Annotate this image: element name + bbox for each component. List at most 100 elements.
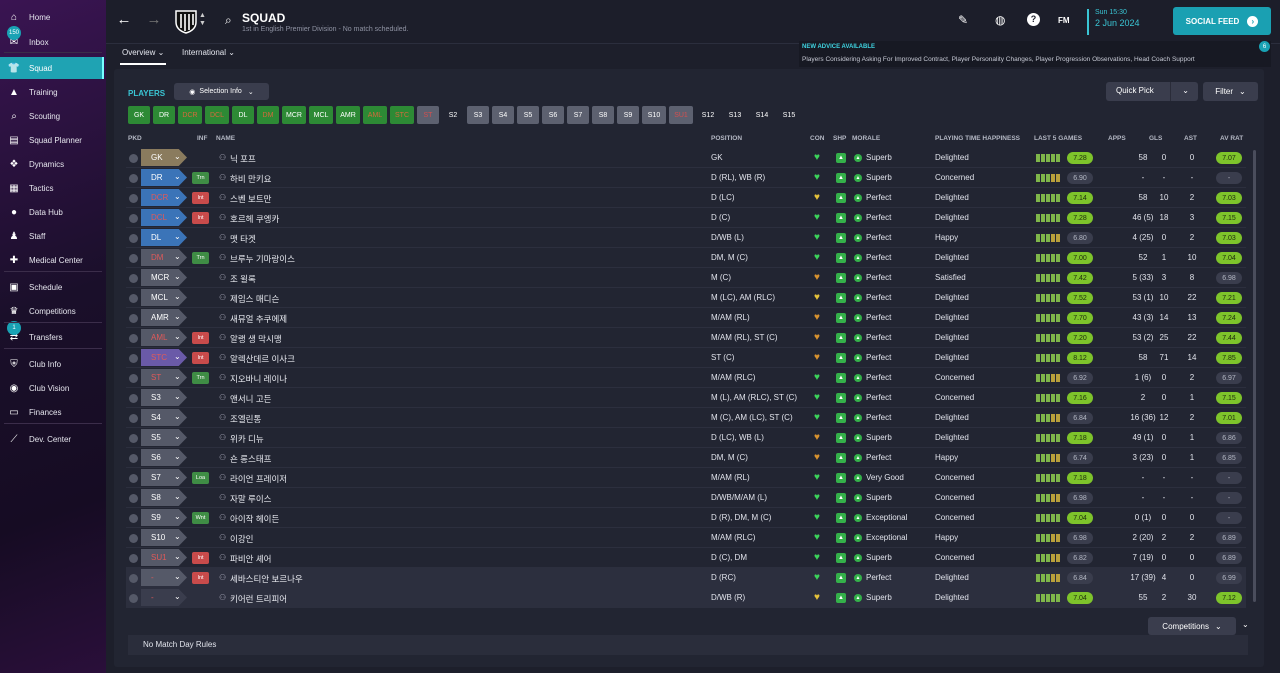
player-name[interactable]: 브루누 기마랑이스 xyxy=(230,253,295,265)
sidebar-item-training[interactable]: ▲ Training xyxy=(0,81,104,103)
table-row[interactable]: DM ⌄ Trn ⚇ 브루누 기마랑이스 DM, M (C) ♥ ▲ ▲ Perfect Delig… xyxy=(126,248,1246,268)
sidebar-item-scouting[interactable]: ⌕ Scouting xyxy=(0,105,104,127)
pick-checkbox[interactable] xyxy=(129,214,138,223)
position-selector[interactable]: ST ⌄ xyxy=(141,369,187,386)
col-inf[interactable]: INF xyxy=(197,135,207,142)
position-selector[interactable]: S5 ⌄ xyxy=(141,429,187,446)
table-row[interactable]: DCR ⌄ Int ⚇ 스벤 보트만 D (LC) ♥ ▲ ▲ Perfect Delighted 7… xyxy=(126,188,1246,208)
player-name[interactable]: 세바스티안 보르나우 xyxy=(230,573,303,585)
position-chip[interactable]: MCL xyxy=(309,106,333,124)
col-gls[interactable]: GLS xyxy=(1149,135,1162,142)
table-row[interactable]: S7 ⌄ Loa ⚇ 라이언 프레이저 M/AM (RL) ♥ ▲ ▲ Very Good Conc… xyxy=(126,468,1246,488)
position-chip[interactable]: S5 xyxy=(517,106,539,124)
chevron-down-icon[interactable]: ⌄ xyxy=(1182,86,1189,95)
sidebar-item-squad-planner[interactable]: ▤ Squad Planner xyxy=(0,129,104,151)
position-chip[interactable]: S10 xyxy=(642,106,666,124)
pick-checkbox[interactable] xyxy=(129,514,138,523)
position-selector[interactable]: S4 ⌄ xyxy=(141,409,187,426)
table-row[interactable]: AMR ⌄ ⚇ 새뮤얼 추쿠에제 M/AM (RL) ♥ ▲ ▲ Perfect Delighte… xyxy=(126,308,1246,328)
player-name[interactable]: 호르헤 쿠엥카 xyxy=(230,213,279,225)
position-selector[interactable]: DM ⌄ xyxy=(141,249,187,266)
player-name[interactable]: 알랭 생 막시맹 xyxy=(230,333,282,345)
position-selector[interactable]: S6 ⌄ xyxy=(141,449,187,466)
sidebar-item-squad[interactable]: 👕 Squad xyxy=(0,57,104,79)
sidebar-item-dynamics[interactable]: ❖ Dynamics xyxy=(0,153,104,175)
sidebar-item-staff[interactable]: ♟ Staff xyxy=(0,225,104,247)
pen-icon[interactable]: ✎ xyxy=(958,13,968,27)
help-icon[interactable]: ? xyxy=(1027,13,1040,26)
player-name[interactable]: 숀 롱스태프 xyxy=(230,453,271,465)
position-chip[interactable]: DR xyxy=(153,106,175,124)
position-chip[interactable]: GK xyxy=(128,106,150,124)
player-name[interactable]: 위카 디뉴 xyxy=(230,433,264,445)
pick-checkbox[interactable] xyxy=(129,154,138,163)
player-name[interactable]: 키어런 트리피어 xyxy=(230,593,287,605)
pick-checkbox[interactable] xyxy=(129,374,138,383)
position-chip[interactable]: S9 xyxy=(617,106,639,124)
pick-checkbox[interactable] xyxy=(129,434,138,443)
player-name[interactable]: 스벤 보트만 xyxy=(230,193,271,205)
world-icon[interactable]: ◍ xyxy=(995,13,1005,27)
player-name[interactable]: 라이언 프레이저 xyxy=(230,473,287,485)
player-name[interactable]: 앤서니 고든 xyxy=(230,393,271,405)
player-name[interactable]: 조엘린통 xyxy=(230,413,261,425)
club-crest-icon[interactable] xyxy=(175,10,197,34)
player-name[interactable]: 알렉산데르 이사크 xyxy=(230,353,295,365)
sidebar-item-competitions[interactable]: ♛ Competitions xyxy=(0,300,104,322)
date-display[interactable]: Sun 15:30 2 Jun 2024 xyxy=(1087,9,1155,35)
position-chip[interactable]: S7 xyxy=(567,106,589,124)
player-name[interactable]: 지오바니 레이나 xyxy=(230,373,287,385)
pick-checkbox[interactable] xyxy=(129,594,138,603)
position-selector[interactable]: - ⌄ xyxy=(141,589,187,606)
pick-checkbox[interactable] xyxy=(129,554,138,563)
position-chip[interactable]: S8 xyxy=(592,106,614,124)
competitions-button[interactable]: Competitions ⌄ xyxy=(1148,617,1236,635)
search-icon[interactable]: ⌕ xyxy=(225,13,232,28)
position-selector[interactable]: S3 ⌄ xyxy=(141,389,187,406)
table-row[interactable]: ST ⌄ Trn ⚇ 지오바니 레이나 M/AM (RLC) ♥ ▲ ▲ Perfect Conce… xyxy=(126,368,1246,388)
position-chip[interactable]: S4 xyxy=(492,106,514,124)
pick-checkbox[interactable] xyxy=(129,534,138,543)
table-row[interactable]: S6 ⌄ ⚇ 숀 롱스태프 DM, M (C) ♥ ▲ ▲ Perfect Happy 6.74 3 … xyxy=(126,448,1246,468)
player-name[interactable]: 조 윌록 xyxy=(230,273,256,285)
position-chip[interactable]: STC xyxy=(390,106,414,124)
pick-checkbox[interactable] xyxy=(129,194,138,203)
table-row[interactable]: MCL ⌄ ⚇ 제임스 매디슨 M (LC), AM (RLC) ♥ ▲ ▲ Perfect De… xyxy=(126,288,1246,308)
table-row[interactable]: DL ⌄ ⚇ 맷 타겟 D/WB (L) ♥ ▲ ▲ Perfect Happy 6.80 4 (25… xyxy=(126,228,1246,248)
table-row[interactable]: SU1 ⌄ Int ⚇ 파비안 셰어 D (C), DM ♥ ▲ ▲ Superb Concerne… xyxy=(126,548,1246,568)
position-selector[interactable]: STC ⌄ xyxy=(141,349,187,366)
position-selector[interactable]: DL ⌄ xyxy=(141,229,187,246)
pick-checkbox[interactable] xyxy=(129,574,138,583)
player-name[interactable]: 자말 루이스 xyxy=(230,493,271,505)
position-selector[interactable]: DCL ⌄ xyxy=(141,209,187,226)
position-chip[interactable]: S6 xyxy=(542,106,564,124)
col-con[interactable]: CON xyxy=(810,135,824,142)
position-chip[interactable]: S12 xyxy=(696,106,720,124)
table-row[interactable]: S8 ⌄ ⚇ 자말 루이스 D/WB/M/AM (L) ♥ ▲ ▲ Superb Concerne… xyxy=(126,488,1246,508)
position-chip[interactable]: DM xyxy=(257,106,279,124)
pick-checkbox[interactable] xyxy=(129,474,138,483)
player-name[interactable]: 파비안 셰어 xyxy=(230,553,271,565)
position-selector[interactable]: - ⌄ xyxy=(141,569,187,586)
position-selector[interactable]: S9 ⌄ xyxy=(141,509,187,526)
club-switch-icon[interactable]: ▲ ▼ xyxy=(199,12,206,28)
table-row[interactable]: S9 ⌄ Wnt ⚇ 아이작 헤이든 D (R), DM, M (C) ♥ ▲ ▲ Excepti… xyxy=(126,508,1246,528)
position-chip[interactable]: SU1 xyxy=(669,106,693,124)
pick-checkbox[interactable] xyxy=(129,414,138,423)
table-scrollbar[interactable] xyxy=(1253,150,1256,602)
tab-overview[interactable]: Overview ⌄ xyxy=(119,48,167,65)
position-selector[interactable]: S10 ⌄ xyxy=(141,529,187,546)
position-selector[interactable]: GK ⌄ xyxy=(141,149,187,166)
social-feed-button[interactable]: SOCIAL FEED › xyxy=(1173,7,1271,35)
col-avrat[interactable]: AV RAT xyxy=(1220,135,1243,142)
back-arrow-icon[interactable]: ← xyxy=(116,12,132,28)
col-name[interactable]: NAME xyxy=(216,135,235,142)
quick-pick-button[interactable]: Quick Pick ⌄ xyxy=(1106,82,1198,101)
fm-menu-icon[interactable]: FM xyxy=(1058,16,1070,25)
table-row[interactable]: DCL ⌄ Int ⚇ 호르헤 쿠엥카 D (C) ♥ ▲ ▲ Perfect Delighted 7… xyxy=(126,208,1246,228)
col-happiness[interactable]: PLAYING TIME HAPPINESS xyxy=(935,135,1020,142)
col-apps[interactable]: APPS xyxy=(1108,135,1126,142)
pick-checkbox[interactable] xyxy=(129,294,138,303)
position-chip[interactable]: DL xyxy=(232,106,254,124)
pick-checkbox[interactable] xyxy=(129,274,138,283)
